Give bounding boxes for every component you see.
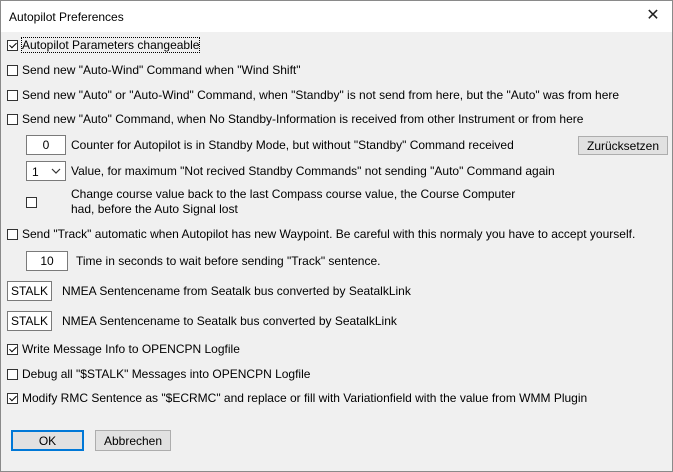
- stalk-to-label: NMEA Sentencename to Seatalk bus convert…: [62, 314, 397, 328]
- params-changeable-label: Autopilot Parameters changeable: [20, 37, 201, 53]
- counter-field[interactable]: 0: [26, 135, 66, 155]
- params-changeable-checkbox[interactable]: [7, 39, 18, 51]
- debug-stalk-row[interactable]: Debug all "$STALK" Messages into OPENCPN…: [7, 366, 310, 382]
- write-log-checkbox[interactable]: [7, 343, 18, 355]
- auto-no-standby-label: Send new "Auto" Command, when No Standby…: [22, 112, 584, 126]
- write-log-label: Write Message Info to OPENCPN Logfile: [22, 342, 240, 356]
- change-course-checkbox[interactable]: [26, 197, 37, 208]
- autopilot-preferences-dialog: Autopilot Preferences ✕ Autopilot Parame…: [0, 0, 673, 472]
- cancel-button-label: Abbrechen: [103, 433, 163, 448]
- max-value-label: Value, for maximum "Not recived Standby …: [71, 164, 555, 178]
- auto-wind-checkbox[interactable]: [7, 64, 18, 76]
- debug-stalk-checkbox[interactable]: [7, 368, 18, 380]
- cancel-button[interactable]: Abbrechen: [95, 430, 171, 451]
- write-log-row[interactable]: Write Message Info to OPENCPN Logfile: [7, 341, 240, 357]
- auto-no-standby-checkbox[interactable]: [7, 113, 18, 125]
- auto-no-standby-row[interactable]: Send new "Auto" Command, when No Standby…: [7, 111, 583, 127]
- modify-rmc-label: Modify RMC Sentence as "$ECRMC" and repl…: [22, 391, 588, 405]
- send-track-label: Send "Track" automatic when Autopilot ha…: [22, 227, 636, 241]
- change-course-line-2: had, before the Auto Signal lost: [71, 202, 238, 216]
- auto-standby-checkbox[interactable]: [7, 89, 18, 101]
- change-course-line-1: Change course value back to the last Com…: [71, 187, 516, 201]
- auto-standby-row[interactable]: Send new "Auto" or "Auto-Wind" Command, …: [7, 87, 619, 103]
- ok-button[interactable]: OK: [11, 430, 84, 451]
- reset-button[interactable]: Zurücksetzen: [578, 136, 668, 155]
- modify-rmc-row[interactable]: Modify RMC Sentence as "$ECRMC" and repl…: [7, 390, 587, 406]
- modify-rmc-checkbox[interactable]: [7, 392, 18, 404]
- window-title: Autopilot Preferences: [9, 10, 124, 24]
- stalk-from-label: NMEA Sentencename from Seatalk bus conve…: [62, 284, 411, 298]
- stalk-to-field[interactable]: STALK: [7, 311, 52, 331]
- close-icon[interactable]: ✕: [644, 6, 662, 26]
- change-course-label: Change course value back to the last Com…: [71, 187, 515, 217]
- ok-button-label: OK: [38, 433, 57, 448]
- auto-standby-label: Send new "Auto" or "Auto-Wind" Command, …: [22, 88, 620, 102]
- title-bar: Autopilot Preferences ✕: [1, 1, 672, 32]
- reset-button-label: Zurücksetzen: [586, 138, 660, 153]
- chevron-down-icon: [51, 168, 61, 174]
- counter-label: Counter for Autopilot is in Standby Mode…: [71, 138, 514, 152]
- debug-stalk-label: Debug all "$STALK" Messages into OPENCPN…: [22, 367, 311, 381]
- track-wait-field[interactable]: 10: [26, 251, 68, 271]
- send-track-checkbox[interactable]: [7, 228, 18, 240]
- max-value-select[interactable]: 1: [26, 161, 66, 181]
- max-value-selected: 1: [32, 165, 39, 179]
- params-changeable-row[interactable]: Autopilot Parameters changeable: [7, 37, 201, 53]
- auto-wind-label: Send new "Auto-Wind" Command when "Wind …: [22, 63, 301, 77]
- auto-wind-row[interactable]: Send new "Auto-Wind" Command when "Wind …: [7, 62, 301, 78]
- send-track-row[interactable]: Send "Track" automatic when Autopilot ha…: [7, 226, 635, 242]
- stalk-from-field[interactable]: STALK: [7, 281, 52, 301]
- track-wait-label: Time in seconds to wait before sending "…: [76, 254, 381, 268]
